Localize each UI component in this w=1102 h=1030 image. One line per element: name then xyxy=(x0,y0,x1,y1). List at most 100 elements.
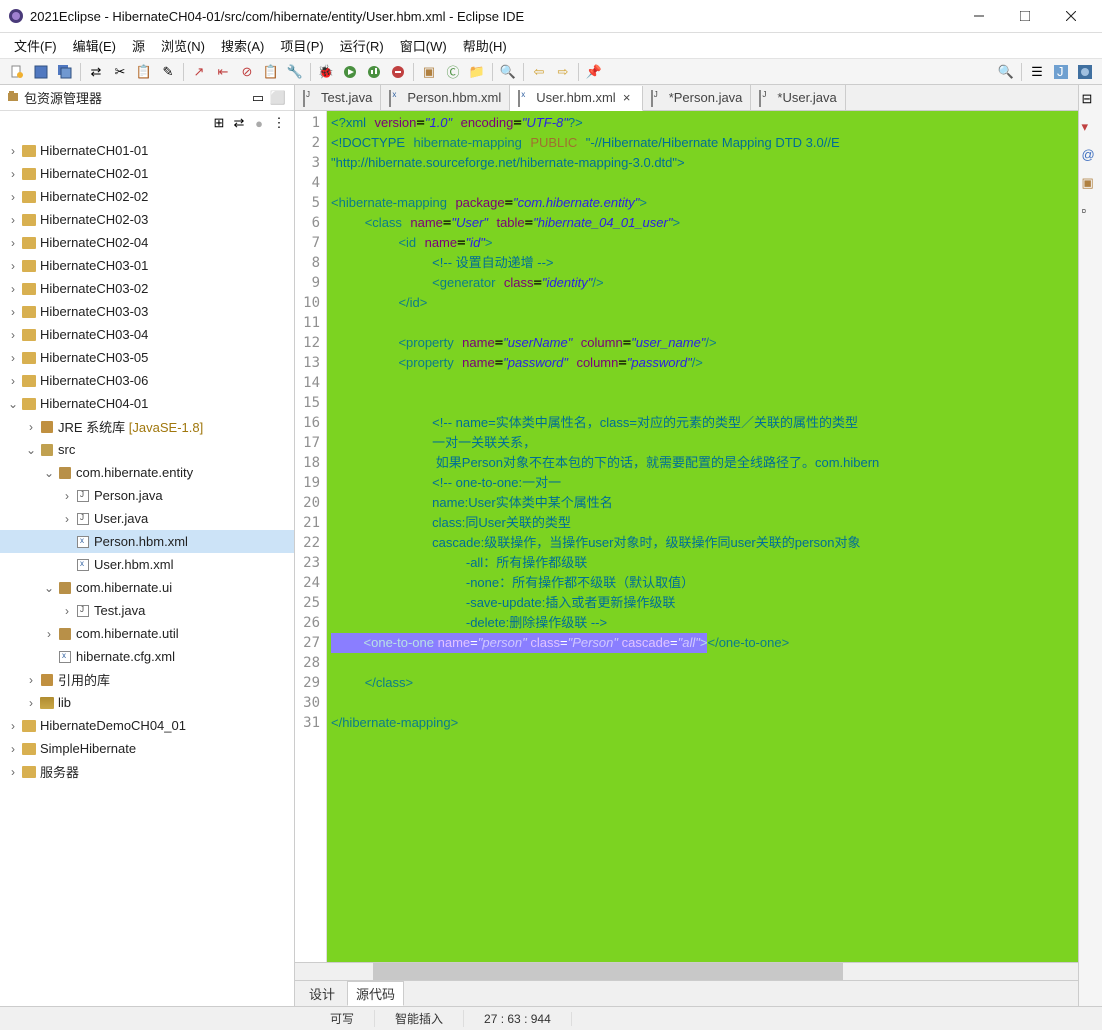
copy-icon[interactable]: 📋 xyxy=(133,61,155,83)
tree-node[interactable]: ›lib xyxy=(0,691,294,714)
maximize-panel-icon[interactable]: ⬜ xyxy=(268,88,288,108)
snippet-icon[interactable]: ▣ xyxy=(1082,175,1100,193)
tree-node[interactable]: ›HibernateCH03-03 xyxy=(0,300,294,323)
expand-icon[interactable]: › xyxy=(6,259,20,273)
ext-tools-icon[interactable] xyxy=(387,61,409,83)
menu-窗口(W)[interactable]: 窗口(W) xyxy=(392,34,455,57)
menu-编辑(E)[interactable]: 编辑(E) xyxy=(65,34,124,57)
horizontal-scrollbar[interactable] xyxy=(295,962,1078,980)
tree-node[interactable]: Person.hbm.xml xyxy=(0,530,294,553)
editor-tab[interactable]: *User.java xyxy=(751,85,845,110)
close-icon[interactable]: × xyxy=(620,91,634,105)
minimize-panel-icon[interactable]: ▭ xyxy=(248,88,268,108)
maximize-button[interactable] xyxy=(1002,0,1048,33)
tree-node[interactable]: ⌄com.hibernate.ui xyxy=(0,576,294,599)
expand-icon[interactable]: › xyxy=(6,282,20,296)
tree-node[interactable]: ⌄com.hibernate.entity xyxy=(0,461,294,484)
java-perspective-icon[interactable]: J xyxy=(1050,61,1072,83)
minimize-button[interactable] xyxy=(956,0,1002,33)
layout-icon[interactable]: ⊞ xyxy=(210,114,228,132)
menu-浏览(N)[interactable]: 浏览(N) xyxy=(153,34,213,57)
new-icon[interactable] xyxy=(6,61,28,83)
expand-icon[interactable]: › xyxy=(24,673,38,687)
source-tab[interactable]: 源代码 xyxy=(347,981,404,1006)
tree-node[interactable]: ›HibernateDemoCH04_01 xyxy=(0,714,294,737)
javaee-perspective-icon[interactable] xyxy=(1074,61,1096,83)
tree-node[interactable]: ›com.hibernate.util xyxy=(0,622,294,645)
tree-node[interactable]: User.hbm.xml xyxy=(0,553,294,576)
focus-icon[interactable]: ● xyxy=(250,114,268,132)
search-global-icon[interactable]: 🔍 xyxy=(497,61,519,83)
expand-icon[interactable] xyxy=(42,650,56,664)
linkeditors-icon[interactable]: ⇄ xyxy=(230,114,248,132)
expand-icon[interactable]: › xyxy=(60,489,74,503)
expand-icon[interactable]: › xyxy=(6,305,20,319)
expand-icon[interactable] xyxy=(60,558,74,572)
outline-icon[interactable]: ⊟ xyxy=(1082,91,1100,109)
expand-icon[interactable]: › xyxy=(24,696,38,710)
tree-node[interactable]: ›HibernateCH02-02 xyxy=(0,185,294,208)
expand-icon[interactable]: ⌄ xyxy=(42,581,56,595)
editor-tab[interactable]: Person.hbm.xml xyxy=(381,85,510,110)
expand-icon[interactable] xyxy=(60,535,74,549)
tree-node[interactable]: ›HibernateCH02-04 xyxy=(0,231,294,254)
search-toolbar-icon[interactable]: ✂ xyxy=(109,61,131,83)
tasklist-icon[interactable]: ▾ xyxy=(1082,119,1100,137)
close-button[interactable] xyxy=(1048,0,1094,33)
tree-node[interactable]: ⌄src xyxy=(0,438,294,461)
menu-搜索(A)[interactable]: 搜索(A) xyxy=(213,34,272,57)
expand-icon[interactable]: › xyxy=(24,420,38,434)
expand-icon[interactable]: ⌄ xyxy=(24,443,38,457)
tree-node[interactable]: ›HibernateCH02-01 xyxy=(0,162,294,185)
tree-node[interactable]: ›HibernateCH03-06 xyxy=(0,369,294,392)
tree-node[interactable]: ›HibernateCH02-03 xyxy=(0,208,294,231)
back-icon[interactable]: ⇤ xyxy=(212,61,234,83)
tree-node[interactable]: ›服务器 xyxy=(0,760,294,783)
menu-源[interactable]: 源 xyxy=(124,34,153,57)
tree-node[interactable]: ›HibernateCH03-04 xyxy=(0,323,294,346)
marker-icon[interactable]: 📋 xyxy=(260,61,282,83)
run-icon[interactable] xyxy=(339,61,361,83)
tree-node[interactable]: ›引用的库 xyxy=(0,668,294,691)
expand-icon[interactable]: › xyxy=(6,213,20,227)
menu-项目(P)[interactable]: 项目(P) xyxy=(272,34,331,57)
expand-icon[interactable]: › xyxy=(6,144,20,158)
new-class-icon[interactable]: Ⓒ xyxy=(442,61,464,83)
menu-帮助(H)[interactable]: 帮助(H) xyxy=(455,34,515,57)
quick-access-icon[interactable]: 🔍 xyxy=(995,61,1017,83)
expand-icon[interactable]: › xyxy=(6,190,20,204)
expand-icon[interactable]: › xyxy=(6,742,20,756)
expand-icon[interactable]: ⌄ xyxy=(42,466,56,480)
tree-node[interactable]: ›HibernateCH03-05 xyxy=(0,346,294,369)
tree-node[interactable]: ›Test.java xyxy=(0,599,294,622)
debug-icon[interactable]: 🐞 xyxy=(315,61,337,83)
tool6-icon[interactable]: 🔧 xyxy=(284,61,306,83)
help-icon[interactable]: @ xyxy=(1082,147,1100,165)
menu-运行(R)[interactable]: 运行(R) xyxy=(332,34,392,57)
forward-icon[interactable]: ↗ xyxy=(188,61,210,83)
expand-icon[interactable]: › xyxy=(6,719,20,733)
expand-icon[interactable]: › xyxy=(6,236,20,250)
nav-fwd-icon[interactable]: ⇨ xyxy=(552,61,574,83)
save-icon[interactable] xyxy=(30,61,52,83)
expand-icon[interactable]: › xyxy=(6,328,20,342)
expand-icon[interactable]: › xyxy=(60,512,74,526)
nav-back-icon[interactable]: ⇦ xyxy=(528,61,550,83)
editor-tab[interactable]: User.hbm.xml× xyxy=(510,86,642,111)
cancel-icon[interactable]: ⊘ xyxy=(236,61,258,83)
tree-node[interactable]: ›HibernateCH03-01 xyxy=(0,254,294,277)
tree-node[interactable]: ›HibernateCH01-01 xyxy=(0,139,294,162)
expand-icon[interactable]: › xyxy=(6,167,20,181)
editor-tab[interactable]: Test.java xyxy=(295,85,381,110)
expand-icon[interactable]: › xyxy=(6,351,20,365)
tree-node[interactable]: ›User.java xyxy=(0,507,294,530)
project-tree[interactable]: ›HibernateCH01-01›HibernateCH02-01›Hiber… xyxy=(0,135,294,1006)
new-package-icon[interactable]: ▣ xyxy=(418,61,440,83)
pencil-icon[interactable]: ✎ xyxy=(157,61,179,83)
tree-node[interactable]: ›HibernateCH03-02 xyxy=(0,277,294,300)
more-icon[interactable]: ▫ xyxy=(1082,203,1100,221)
editor-tab[interactable]: *Person.java xyxy=(643,85,752,110)
tree-node[interactable]: ›Person.java xyxy=(0,484,294,507)
menu-文件(F)[interactable]: 文件(F) xyxy=(6,34,65,57)
tree-node[interactable]: hibernate.cfg.xml xyxy=(0,645,294,668)
